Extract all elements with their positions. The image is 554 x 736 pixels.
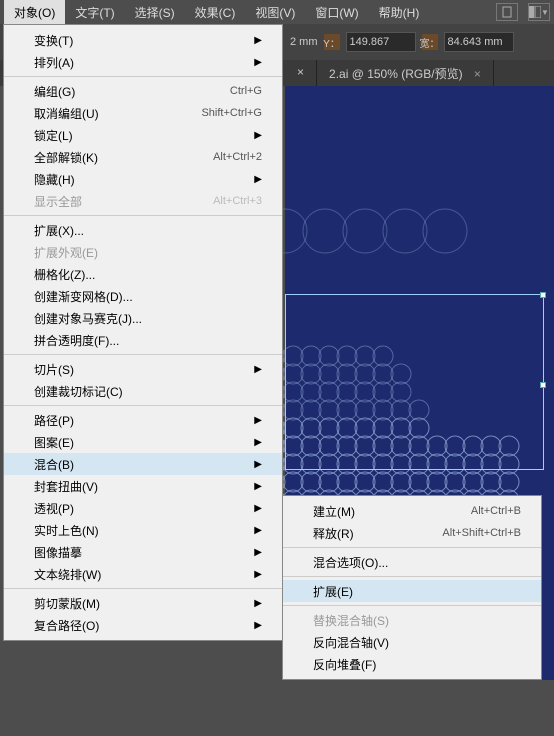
mi-gradient-mesh[interactable]: 创建渐变网格(D)... (4, 285, 282, 307)
w-input[interactable] (444, 32, 514, 52)
sm-expand[interactable]: 扩展(E) (283, 580, 541, 602)
sm-release[interactable]: 释放(R)Alt+Shift+Ctrl+B (283, 522, 541, 544)
layout-icon[interactable]: ▼ (528, 3, 550, 21)
mi-expand[interactable]: 扩展(X)... (4, 219, 282, 241)
y-label: Y： (324, 34, 340, 50)
menu-text[interactable]: 文字(T) (65, 0, 124, 24)
tab-close[interactable]: × (474, 67, 481, 81)
sm-replace-spine: 替换混合轴(S) (283, 609, 541, 631)
w-label: 宽： (422, 34, 438, 50)
mi-ungroup[interactable]: 取消编组(U)Shift+Ctrl+G (4, 102, 282, 124)
blend-submenu: 建立(M)Alt+Ctrl+B 释放(R)Alt+Shift+Ctrl+B 混合… (282, 495, 542, 680)
menubar: 对象(O) 文字(T) 选择(S) 效果(C) 视图(V) 窗口(W) 帮助(H… (0, 0, 554, 24)
mi-trace[interactable]: 图像描摹▶ (4, 541, 282, 563)
mi-arrange[interactable]: 排列(A)▶ (4, 51, 282, 73)
mi-flatten[interactable]: 拼合透明度(F)... (4, 329, 282, 351)
mi-blend[interactable]: 混合(B)▶ (4, 453, 282, 475)
mi-compound-path[interactable]: 复合路径(O)▶ (4, 614, 282, 636)
object-menu: 变换(T)▶ 排列(A)▶ 编组(G)Ctrl+G 取消编组(U)Shift+C… (3, 24, 283, 641)
mi-expand-appearance: 扩展外观(E) (4, 241, 282, 263)
sm-reverse-spine[interactable]: 反向混合轴(V) (283, 631, 541, 653)
sm-options[interactable]: 混合选项(O)... (283, 551, 541, 573)
menu-view[interactable]: 视图(V) (245, 0, 305, 24)
menu-window[interactable]: 窗口(W) (305, 0, 368, 24)
sm-reverse-stack[interactable]: 反向堆叠(F) (283, 653, 541, 675)
mi-transform[interactable]: 变换(T)▶ (4, 29, 282, 51)
tab-file[interactable]: 2.ai @ 150% (RGB/预览) × (317, 60, 494, 86)
tab-close[interactable]: × (297, 65, 304, 79)
mi-path[interactable]: 路径(P)▶ (4, 409, 282, 431)
mi-slice[interactable]: 切片(S)▶ (4, 358, 282, 380)
mi-mosaic[interactable]: 创建对象马赛克(J)... (4, 307, 282, 329)
menu-object[interactable]: 对象(O) (4, 0, 65, 24)
mi-text-wrap[interactable]: 文本绕排(W)▶ (4, 563, 282, 585)
mi-lock[interactable]: 锁定(L)▶ (4, 124, 282, 146)
mi-crop-marks[interactable]: 创建裁切标记(C) (4, 380, 282, 402)
mi-envelope[interactable]: 封套扭曲(V)▶ (4, 475, 282, 497)
selection-box (285, 294, 544, 470)
mi-perspective[interactable]: 透视(P)▶ (4, 497, 282, 519)
mi-unlock-all[interactable]: 全部解锁(K)Alt+Ctrl+2 (4, 146, 282, 168)
sm-make[interactable]: 建立(M)Alt+Ctrl+B (283, 500, 541, 522)
val1-suffix: 2 mm (290, 36, 318, 48)
y-input[interactable] (346, 32, 416, 52)
mi-rasterize[interactable]: 栅格化(Z)... (4, 263, 282, 285)
mi-hide[interactable]: 隐藏(H)▶ (4, 168, 282, 190)
mi-pattern[interactable]: 图案(E)▶ (4, 431, 282, 453)
mi-show-all: 显示全部Alt+Ctrl+3 (4, 190, 282, 212)
menu-effect[interactable]: 效果(C) (185, 0, 246, 24)
mi-group[interactable]: 编组(G)Ctrl+G (4, 80, 282, 102)
tab-partial[interactable]: × (285, 60, 317, 86)
mi-clip-mask[interactable]: 剪切蒙版(M)▶ (4, 592, 282, 614)
mi-live-paint[interactable]: 实时上色(N)▶ (4, 519, 282, 541)
menu-select[interactable]: 选择(S) (125, 0, 185, 24)
doc-icon[interactable] (496, 3, 518, 21)
menu-help[interactable]: 帮助(H) (369, 0, 430, 24)
